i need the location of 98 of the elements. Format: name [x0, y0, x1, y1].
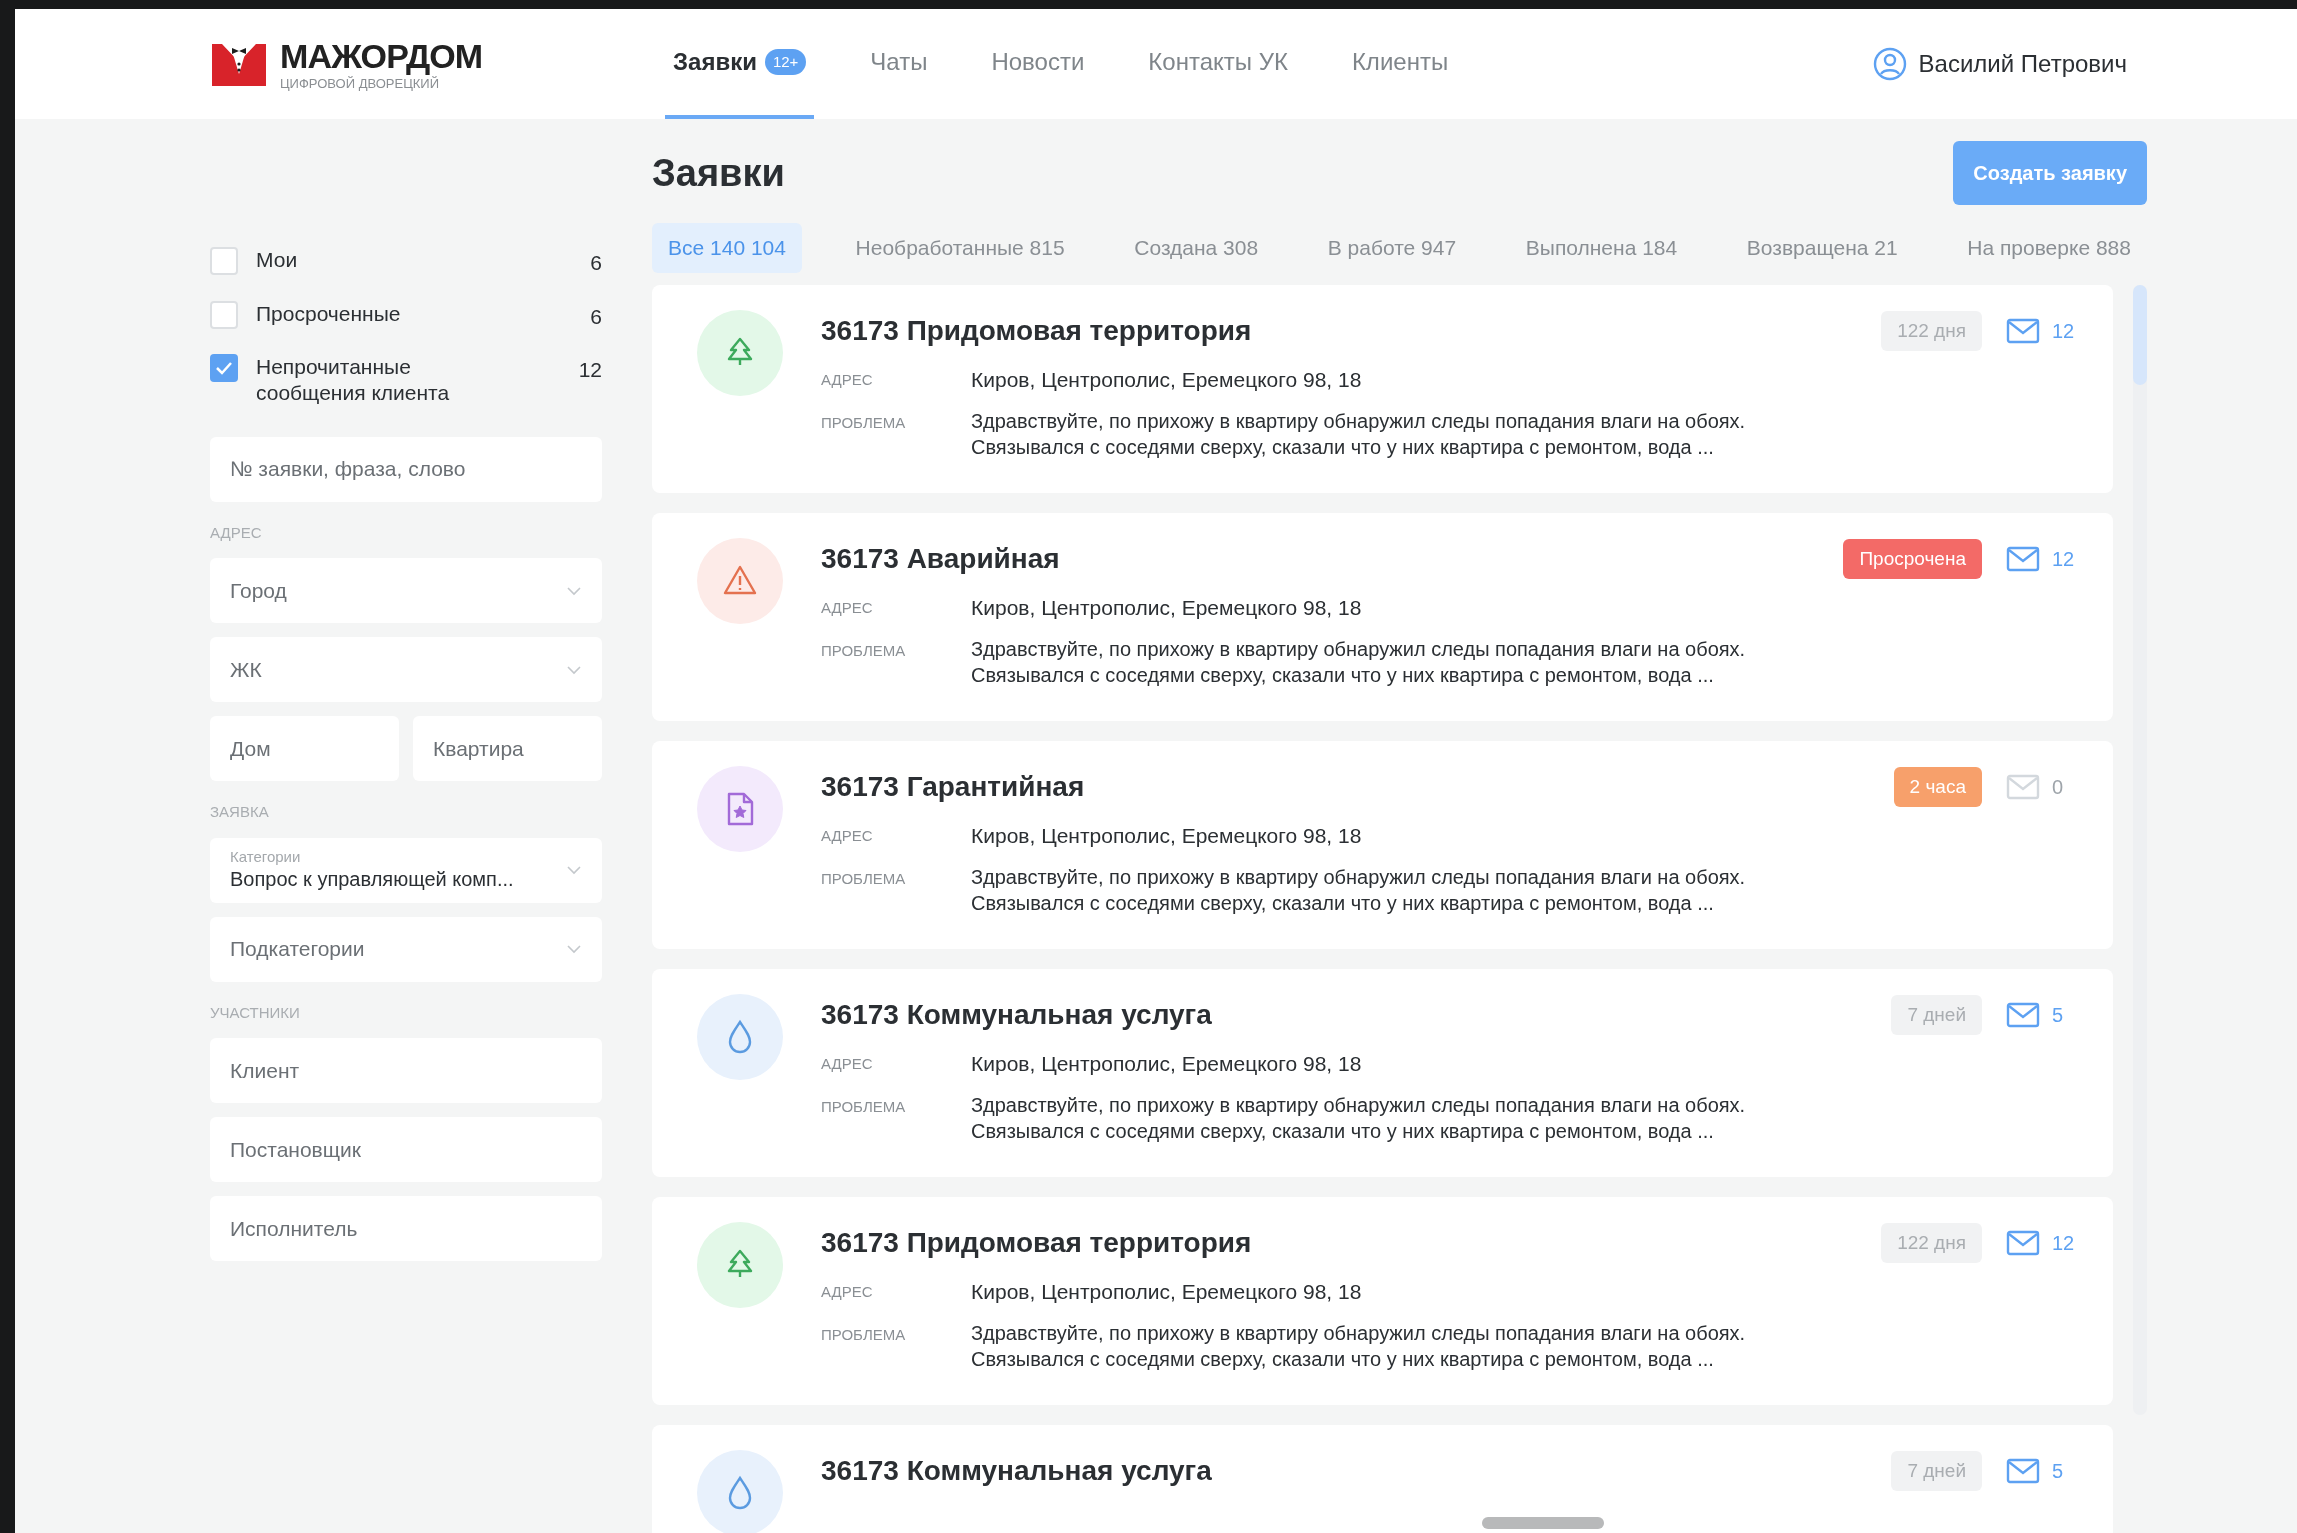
field-label: АДРЕС [821, 597, 874, 618]
select-field[interactable]: Подкатегории [210, 916, 602, 982]
filter-count: 12 [578, 357, 602, 383]
section-heading: АДРЕС [210, 522, 263, 543]
ticket-card[interactable] [652, 741, 2113, 949]
problem-text: Связывался с соседями сверху, сказали что у них квартира с ремонтом, вода ... [971, 434, 1715, 460]
field-label: АДРЕС [821, 1053, 874, 1074]
field-label: ПРОБЛЕМА [821, 640, 907, 661]
message-count: 12 [2052, 547, 2075, 572]
message-count: 5 [2052, 1003, 2064, 1028]
input-field[interactable]: Дом [210, 716, 399, 781]
input-field[interactable]: Исполнитель [210, 1196, 602, 1261]
problem-text: Связывался с соседями сверху, сказали что у них квартира с ремонтом, вода ... [971, 1346, 1715, 1372]
status-filter-tab[interactable]: В работе 947 [1311, 223, 1473, 273]
field-label: Категории [230, 848, 302, 867]
status-filter-tab[interactable]: Необработанные 815 [839, 223, 1081, 273]
select-field[interactable]: Город [210, 558, 602, 623]
checkbox[interactable] [210, 354, 238, 382]
checkbox-label: Непрочитанные сообщения клиента [256, 354, 451, 407]
message-count: 12 [2052, 319, 2075, 344]
section-heading: ЗАЯВКА [210, 802, 270, 822]
nav-tab[interactable]: Клиенты [1343, 9, 1457, 119]
address-text: Киров, Центрополис, Еремецкого 98, 18 [971, 595, 1362, 621]
nav-tab[interactable]: Чаты [862, 9, 936, 119]
count-badge: 12+ [764, 48, 807, 76]
address-text: Киров, Центрополис, Еремецкого 98, 18 [971, 823, 1362, 849]
checkbox-label: Мои [256, 247, 299, 273]
input-field[interactable]: Постановщик [210, 1117, 602, 1182]
scrollbar-thumb[interactable] [2133, 285, 2147, 385]
ticket-title: 36173 Коммунальная услуга [821, 1454, 1212, 1488]
select-field[interactable]: Категории Вопрос к управляющей комп... [210, 837, 602, 903]
message-count: 5 [2052, 1459, 2064, 1484]
field-label: ПРОБЛЕМА [821, 1096, 907, 1117]
chevron-down-icon [566, 664, 582, 675]
ticket-card[interactable] [652, 969, 2113, 1177]
filter-count: 6 [590, 303, 602, 330]
nav-tab[interactable]: Контакты УК [1140, 9, 1296, 119]
ticket-card[interactable] [652, 285, 2113, 493]
field-label: ПРОБЛЕМА [821, 1324, 907, 1345]
status-badge: 122 дня [1881, 1222, 1982, 1264]
address-text: Киров, Центрополис, Еремецкого 98, 18 [971, 1279, 1362, 1305]
field-label: ПРОБЛЕМА [821, 868, 907, 889]
nav-tab[interactable]: Заявки 12+ [665, 9, 815, 119]
status-filter-tab[interactable]: Создана 308 [1118, 223, 1275, 273]
logo-subtitle: ЦИФРОВОЙ ДВОРЕЦКИЙ [280, 76, 441, 90]
scroll-handle[interactable] [1482, 1517, 1604, 1529]
status-badge: 7 дней [1891, 1450, 1982, 1492]
chevron-down-icon [566, 585, 582, 596]
select-field[interactable]: ЖК [210, 637, 602, 702]
field-label: АДРЕС [821, 1281, 874, 1302]
problem-text: Здравствуйте, по прихожу в квартиру обнаружил следы попадания влаги на обоях. [971, 864, 1746, 890]
problem-text: Связывался с соседями сверху, сказали что у них квартира с ремонтом, вода ... [971, 662, 1715, 688]
status-badge: 2 часа [1893, 766, 1982, 808]
ticket-title: 36173 Придомовая территория [821, 314, 1252, 348]
field-label: АДРЕС [821, 825, 874, 846]
chevron-down-icon [566, 865, 582, 875]
address-text: Киров, Центрополис, Еремецкого 98, 18 [971, 1051, 1362, 1077]
checkbox-label: Просроченные [256, 300, 402, 327]
field-value: Вопрос к управляющей комп... [230, 866, 514, 892]
nav-tab[interactable]: Новости [983, 9, 1093, 119]
ticket-title: 36173 Гарантийная [821, 770, 1085, 804]
logo-title: МАЖОРДОМ [280, 38, 483, 73]
field-label: ПРОБЛЕМА [821, 412, 907, 433]
status-badge: Просрочена [1843, 538, 1982, 580]
status-filter-tab[interactable]: Все 140 104 [652, 223, 802, 273]
ticket-card[interactable] [652, 1197, 2113, 1405]
input-field[interactable]: Квартира [413, 716, 602, 781]
input-field[interactable]: Клиент [210, 1038, 602, 1103]
status-badge: 122 дня [1881, 310, 1982, 352]
search-field[interactable]: № заявки, фраза, слово [210, 436, 602, 502]
status-filter-tab[interactable]: Возвращена 21 [1730, 223, 1914, 273]
ticket-card[interactable] [652, 513, 2113, 721]
ticket-title: 36173 Аварийная [821, 542, 1060, 576]
ticket-title: 36173 Придомовая территория [821, 1226, 1252, 1260]
field-label: АДРЕС [821, 369, 874, 390]
section-heading: УЧАСТНИКИ [210, 1002, 301, 1023]
address-text: Киров, Центрополис, Еремецкого 98, 18 [971, 367, 1362, 393]
problem-text: Связывался с соседями сверху, сказали что у них квартира с ремонтом, вода ... [971, 890, 1715, 916]
message-count: 12 [2052, 1231, 2075, 1256]
ticket-card[interactable]: 36173 Коммунальная услуга 7 дней 5 [652, 1425, 2113, 1533]
status-filter-tab[interactable]: На проверке 888 [1951, 223, 2147, 273]
problem-text: Здравствуйте, по прихожу в квартиру обнаружил следы попадания влаги на обоях. [971, 636, 1746, 662]
checkbox[interactable] [210, 247, 238, 275]
filter-count: 6 [590, 250, 602, 276]
check-icon [215, 361, 233, 375]
status-filter-tab[interactable]: Выполнена 184 [1509, 223, 1694, 273]
user-menu[interactable]: Василий Петрович [1872, 46, 2127, 82]
chevron-down-icon [566, 944, 582, 954]
status-badge: 7 дней [1891, 994, 1982, 1036]
message-count: 0 [2052, 775, 2064, 800]
problem-text: Здравствуйте, по прихожу в квартиру обнаружил следы попадания влаги на обоях. [971, 1320, 1746, 1346]
ticket-title: 36173 Коммунальная услуга [821, 998, 1212, 1032]
problem-text: Здравствуйте, по прихожу в квартиру обнаружил следы попадания влаги на обоях. [971, 408, 1746, 434]
problem-text: Связывался с соседями сверху, сказали что у них квартира с ремонтом, вода ... [971, 1118, 1715, 1144]
problem-text: Здравствуйте, по прихожу в квартиру обнаружил следы попадания влаги на обоях. [971, 1092, 1746, 1118]
checkbox[interactable] [210, 300, 238, 329]
page-title: Заявки [652, 150, 785, 196]
user-icon [1872, 47, 1907, 81]
